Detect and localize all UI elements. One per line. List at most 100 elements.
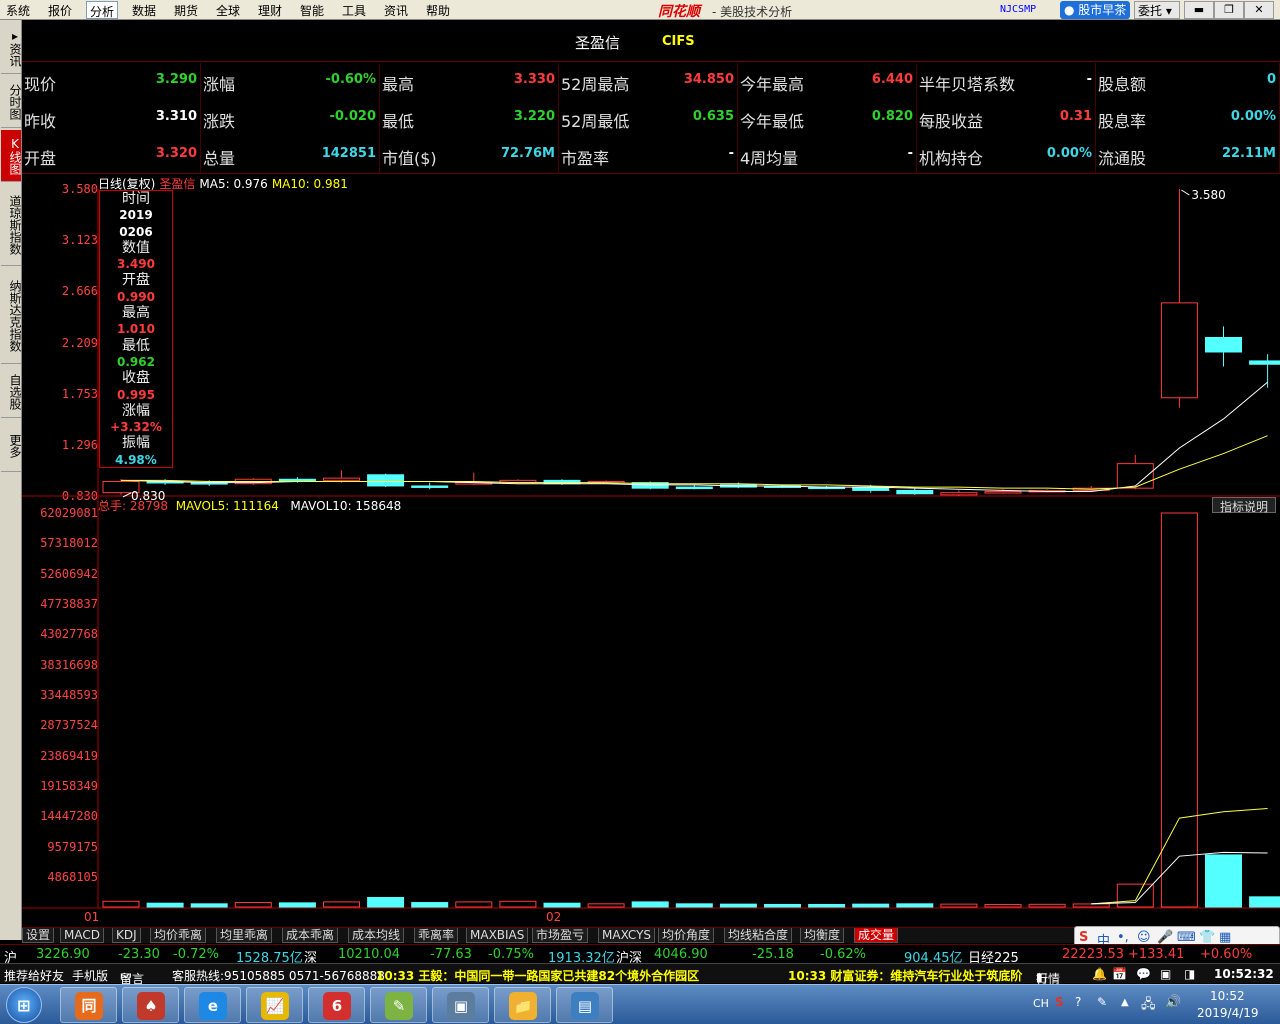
chart-canvas[interactable]: 3.5800.830 [0, 0, 1280, 930]
volume-icon[interactable]: 🔊 [1165, 995, 1181, 1010]
candle-body [1160, 302, 1198, 399]
volume-bar [940, 903, 978, 908]
taskbar-item[interactable]: e [184, 987, 241, 1023]
sogou-icon[interactable]: S [1079, 930, 1088, 945]
volume-bar [852, 903, 890, 908]
volume-bar [367, 896, 405, 908]
chat-icon[interactable]: 💬 [1136, 967, 1151, 981]
indicator-tab[interactable]: MACD [60, 928, 104, 943]
candle-body [278, 478, 316, 482]
taskbar-item[interactable]: ▣ [432, 987, 489, 1023]
bar-clock: 10:52:32 [1214, 967, 1274, 981]
emoji-icon[interactable]: ☺ [1137, 930, 1151, 945]
keyboard-icon[interactable]: ⌨ [1177, 930, 1196, 945]
taskbar-item[interactable]: ▤ [556, 987, 613, 1023]
index-bar-item: -0.72% [173, 947, 219, 962]
ime-indicator[interactable]: CH [1033, 997, 1049, 1010]
index-bar: 沪 3226.90 -23.30 -0.72% 1528.75亿深 10210.04 -77… [0, 944, 1280, 966]
taskbar-item[interactable]: 📈 [246, 987, 303, 1023]
news-bar: 推荐给好友 手机版 ✉ 留言 客服热线:95105885 0571-567688… [0, 963, 1280, 986]
window-icon[interactable]: ◨ [1184, 967, 1195, 981]
indicator-tab[interactable]: 成本均线 [348, 928, 405, 943]
stock-app-icon: 6 [323, 992, 351, 1020]
volume-bar [323, 901, 360, 908]
tooltip-value: 3.490 [117, 257, 155, 272]
mobile-link[interactable]: 手机版 [72, 967, 108, 984]
indicator-tab[interactable]: 成交量 [854, 928, 899, 943]
skin-icon[interactable]: 👕 [1199, 930, 1215, 945]
clock-time[interactable]: 10:52 [1210, 989, 1245, 1003]
indicator-tab[interactable]: 均里乖离 [216, 928, 273, 943]
candle-body [1249, 360, 1280, 365]
volume-bar [984, 903, 1022, 908]
pen-icon[interactable]: ✎ [1097, 995, 1107, 1009]
hotline-text: 客服热线:95105885 0571-56768888 [172, 969, 385, 983]
tooltip-value: 4.98% [115, 452, 157, 467]
sogou-tray-icon[interactable]: S [1055, 995, 1064, 1009]
indicator-tab[interactable]: 设置 [22, 928, 55, 943]
volume-bar [764, 903, 801, 908]
mavol5-label: MAVOL5: 111164 [175, 499, 279, 513]
taskbar-item[interactable]: 同 [60, 987, 117, 1023]
tooltip-value: 0.990 [117, 289, 155, 304]
volume-bar [1072, 903, 1110, 908]
recommend-link[interactable]: 推荐给好友 [4, 967, 64, 984]
index-bar-item: -0.62% [820, 947, 866, 962]
clock-date[interactable]: 2019/4/19 [1197, 1006, 1259, 1020]
indicator-tab[interactable]: 均价角度 [658, 928, 715, 943]
punctuation-icon[interactable]: •, [1117, 930, 1129, 945]
volume-bar [234, 902, 272, 908]
help-icon[interactable]: ? [1075, 995, 1081, 1009]
candle-body [940, 492, 978, 496]
taskbar-item[interactable]: 📁 [494, 987, 551, 1023]
volume-bar [1249, 896, 1280, 908]
indicator-tab[interactable]: MAXBIAS [466, 928, 529, 943]
volume-bar [499, 900, 537, 908]
index-bar-item: -0.75% [488, 947, 534, 962]
tooltip-label: 开盘 [122, 272, 150, 289]
taskbar-item[interactable]: ✎ [370, 987, 427, 1023]
tooltip-label: 最高 [122, 305, 150, 322]
candle-body [675, 486, 713, 490]
indicator-tab[interactable]: 均衡度 [800, 928, 845, 943]
ma5-line [120, 381, 1268, 493]
taskbar-item[interactable]: 6 [308, 987, 365, 1023]
network-icon[interactable]: 🖧 [1141, 995, 1156, 1017]
indicator-tab[interactable]: 乖离率 [414, 928, 459, 943]
candle-body [323, 477, 360, 481]
indicator-tab[interactable]: MAXCYS [598, 928, 656, 943]
indicator-tab[interactable]: 市场盈亏 [532, 928, 589, 943]
indicator-help-button[interactable]: 指标说明 [1212, 497, 1276, 514]
volume-bar [146, 902, 184, 908]
high-label: 3.580 [1191, 188, 1225, 202]
mic-icon[interactable]: 🎤 [1157, 930, 1173, 945]
indicator-tab[interactable]: 均线粘合度 [724, 928, 793, 943]
start-button[interactable]: ⊞ [6, 987, 42, 1023]
tooltip-label: 最低 [122, 337, 150, 354]
volume-bar [587, 903, 625, 908]
news-ticker-2[interactable]: 10:33 财富证券：维持汽车行业处于筑底阶 [788, 967, 1022, 984]
tooltip-label: 涨幅 [122, 402, 150, 419]
calendar-icon[interactable]: 📅 [1112, 967, 1127, 981]
tools-icon[interactable]: ▣ [1160, 967, 1171, 981]
poker-app-icon: ♠ [137, 992, 165, 1020]
taskbar: ⊞ 同 ♠ e 📈 6 ✎ ▣ 📁 ▤ CH S ? ✎ ▲ 🖧 🔊 10:52 2019/4/… [0, 984, 1280, 1024]
taskbar-item[interactable]: ♠ [122, 987, 179, 1023]
candle-body [1205, 336, 1242, 353]
index-bar-item: 10210.04 [338, 947, 401, 962]
picture-viewer-icon: ▤ [571, 992, 599, 1020]
indicator-tab[interactable]: 成本乖离 [282, 928, 339, 943]
tray-expand-icon[interactable]: ▲ [1121, 997, 1129, 1008]
index-bar-item: 22223.53 [1062, 947, 1125, 962]
tooltip-value: 0.995 [117, 387, 155, 402]
tooltip-label: 时间 [122, 191, 150, 207]
news-ticker-1[interactable]: 10:33 王毅：中国同一带一路国家已共建82个境外合作园区 [376, 967, 699, 984]
alert-icon[interactable]: 🔔 [1092, 967, 1107, 981]
high-marker [1181, 189, 1190, 196]
tooltip-label: 振幅 [122, 435, 150, 452]
indicator-tab[interactable]: 均价乖离 [150, 928, 207, 943]
indicator-tab[interactable]: KDJ [112, 928, 141, 943]
volume-bar [455, 901, 493, 908]
ie-browser-icon: e [199, 992, 227, 1020]
grid-icon[interactable]: ▦ [1219, 930, 1231, 945]
